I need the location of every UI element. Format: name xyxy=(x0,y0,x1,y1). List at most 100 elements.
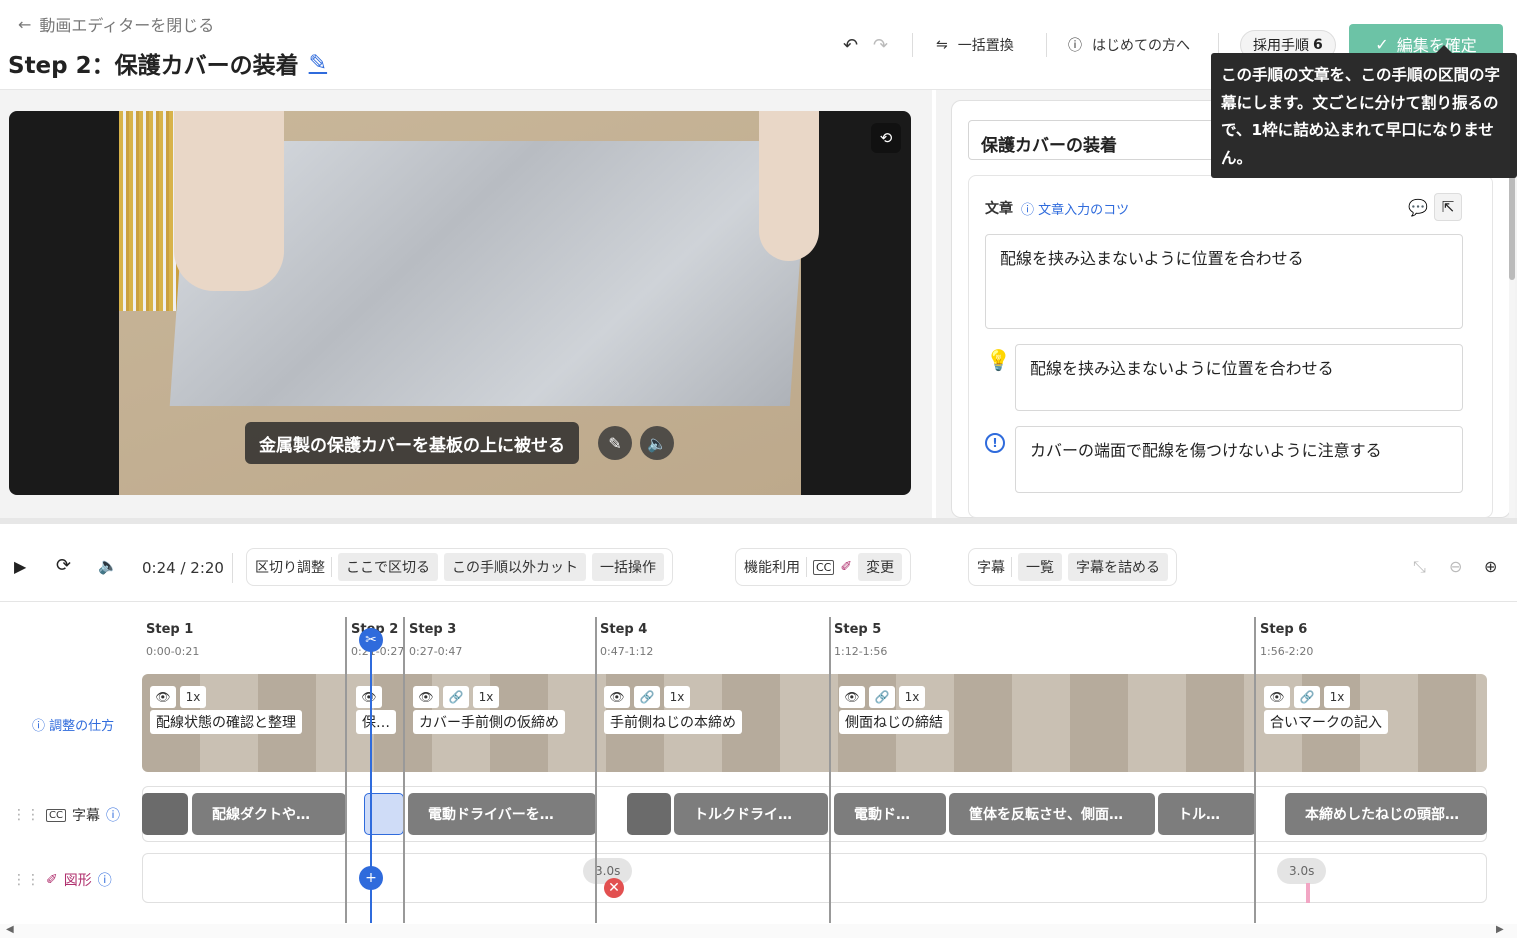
redo-button[interactable]: ↷ xyxy=(873,33,888,57)
step-boundary[interactable] xyxy=(345,617,347,923)
drag-handle-icon[interactable]: ⋮⋮ xyxy=(12,872,40,888)
eye-icon[interactable]: 👁 xyxy=(150,686,176,708)
step-boundary[interactable] xyxy=(829,617,831,923)
pack-subtitles-button[interactable]: 字幕を詰める xyxy=(1068,553,1168,581)
link-icon[interactable]: 🔗 xyxy=(869,686,895,708)
arrow-left-icon: ← xyxy=(18,14,32,34)
time-display: 0:24 / 2:20 xyxy=(142,559,224,577)
undo-button[interactable]: ↶ xyxy=(843,33,858,57)
apply-to-subtitles-icon[interactable]: ⇱ xyxy=(1434,193,1462,221)
list-button[interactable]: 一覧 xyxy=(1018,553,1062,581)
speaker-icon[interactable]: 🔈 xyxy=(640,426,674,460)
segment-title: 側面ねじの締結 xyxy=(839,710,949,734)
pane-divider[interactable] xyxy=(0,518,1517,524)
undo-icon: ↶ xyxy=(843,34,859,56)
text-header: 文章 ⓘ 文章入力のコツ xyxy=(985,198,1129,218)
eye-icon[interactable]: 👁 xyxy=(604,686,630,708)
subtitle-block[interactable]: 電動ド… xyxy=(834,793,946,835)
feature-use-label: 機能利用 xyxy=(744,560,800,576)
edit-title-icon[interactable]: ✎ xyxy=(309,51,327,76)
cut-others-button[interactable]: この手順以外カット xyxy=(444,553,586,581)
subtitle-block[interactable]: トルクドライ… xyxy=(674,793,828,835)
eye-icon[interactable]: 👁 xyxy=(413,686,439,708)
scroll-left-icon[interactable]: ◀ xyxy=(6,924,14,935)
speed-chip[interactable]: 1x xyxy=(664,686,690,708)
step-label: Step 1 xyxy=(146,622,194,637)
subtitle-block[interactable]: 本締めしたねじの頭部… xyxy=(1285,793,1487,835)
add-shape-icon[interactable]: + xyxy=(359,866,383,890)
subtitle-block[interactable]: 筐体を反転させ、側面… xyxy=(949,793,1155,835)
speed-chip[interactable]: 1x xyxy=(180,686,206,708)
cc-icon[interactable]: CC xyxy=(813,559,835,575)
adopted-steps-count: 6 xyxy=(1313,37,1323,53)
subtitle-block[interactable]: 電動ドライバーを… xyxy=(408,793,596,835)
shape-icon: ✐ xyxy=(46,872,58,888)
rotate-icon[interactable]: ⟲ xyxy=(871,123,901,153)
subtitle-block[interactable] xyxy=(142,793,188,835)
cc-icon: CC xyxy=(46,808,66,822)
text-tips-link[interactable]: ⓘ 文章入力のコツ xyxy=(1021,199,1129,218)
eye-icon[interactable]: 👁 xyxy=(839,686,865,708)
step-boundary[interactable] xyxy=(403,617,405,923)
step-range: 1:56-2:20 xyxy=(1260,645,1314,658)
replace-all-label: 一括置換 xyxy=(957,38,1014,54)
link-icon[interactable]: 🔗 xyxy=(443,686,469,708)
eye-icon[interactable]: 👁 xyxy=(356,686,382,708)
shape-row-text: 図形 xyxy=(63,873,92,889)
step-label: Step 4 xyxy=(600,622,648,637)
close-editor-link[interactable]: ← 動画エディターを閉じる xyxy=(18,12,214,36)
caution-icon: ! xyxy=(985,433,1005,453)
play-icon[interactable]: ▶ xyxy=(14,557,26,576)
zoom-out-icon[interactable]: ⊖ xyxy=(1449,557,1462,576)
main-text-area[interactable]: 配線を挟み込まないように位置を合わせる xyxy=(985,234,1463,329)
subtitle-block[interactable]: 配線ダクトや… xyxy=(192,793,346,835)
adjust-help-label: 調整の仕方 xyxy=(49,719,115,734)
step-label: Step 6 xyxy=(1260,622,1308,637)
subtitle-block[interactable]: トル… xyxy=(1158,793,1256,835)
timeline-scrollbar[interactable] xyxy=(0,924,1517,938)
step-boundary[interactable] xyxy=(1254,617,1256,923)
loop-icon[interactable]: ⟳ xyxy=(56,555,71,576)
first-time-button[interactable]: ⓘ はじめての方へ xyxy=(1068,33,1190,57)
scissors-icon[interactable]: ✂ xyxy=(359,628,383,652)
speed-chip[interactable]: 1x xyxy=(899,686,925,708)
feature-group: 機能利用 CC ✐ 変更 xyxy=(735,548,912,586)
help-icon[interactable]: ⓘ xyxy=(106,805,120,825)
subtitles-label: 字幕 xyxy=(977,560,1005,576)
replace-all-button[interactable]: ⇋ 一括置換 xyxy=(936,33,1014,57)
adjust-help-link[interactable]: ⓘ 調整の仕方 xyxy=(32,715,114,734)
zoom-in-icon[interactable]: ⊕ xyxy=(1484,557,1497,576)
link-icon[interactable]: 🔗 xyxy=(1294,686,1320,708)
speed-chip[interactable]: 1x xyxy=(473,686,499,708)
edit-caption-icon[interactable]: ✎ xyxy=(598,426,632,460)
help-circle-icon: ⓘ xyxy=(1068,38,1082,54)
shape-duration[interactable]: 3.0s xyxy=(1277,858,1327,884)
subtitle-block[interactable] xyxy=(627,793,671,835)
hint-text-area[interactable]: 配線を挟み込まないように位置を合わせる xyxy=(1015,344,1463,411)
link-icon[interactable]: 🔗 xyxy=(634,686,660,708)
first-time-label: はじめての方へ xyxy=(1092,38,1190,54)
shape-marker[interactable] xyxy=(1306,883,1310,903)
caution-text-area[interactable]: カバーの端面で配線を傷つけないように注意する xyxy=(1015,426,1463,493)
change-button[interactable]: 変更 xyxy=(858,553,903,581)
fit-icon[interactable]: ⤡ xyxy=(1413,557,1426,577)
segment-controls: 👁 🔗 1x xyxy=(839,686,925,708)
page-title: Step 2：保護カバーの装着 ✎ xyxy=(8,46,327,80)
check-icon: ✓ xyxy=(1375,34,1389,54)
step-boundary[interactable] xyxy=(595,617,597,923)
shape-icon[interactable]: ✐ xyxy=(840,559,852,575)
delete-shape-icon[interactable]: ✕ xyxy=(604,878,624,898)
comment-icon[interactable]: 💬 xyxy=(1408,198,1428,217)
help-icon[interactable]: ⓘ xyxy=(98,870,112,890)
split-here-button[interactable]: ここで区切る xyxy=(338,553,438,581)
drag-handle-icon[interactable]: ⋮⋮ xyxy=(12,807,40,823)
step-label: Step 5 xyxy=(834,622,882,637)
segment-controls: 👁 🔗 1x xyxy=(413,686,499,708)
speed-chip[interactable]: 1x xyxy=(1324,686,1350,708)
volume-icon[interactable]: 🔈 xyxy=(98,556,118,575)
bulk-ops-button[interactable]: 一括操作 xyxy=(592,553,664,581)
scroll-right-icon[interactable]: ▶ xyxy=(1496,924,1504,935)
eye-icon[interactable]: 👁 xyxy=(1264,686,1290,708)
video-caption: 金属製の保護カバーを基板の上に被せる xyxy=(245,422,579,464)
segment-controls: 👁 1x xyxy=(150,686,206,708)
